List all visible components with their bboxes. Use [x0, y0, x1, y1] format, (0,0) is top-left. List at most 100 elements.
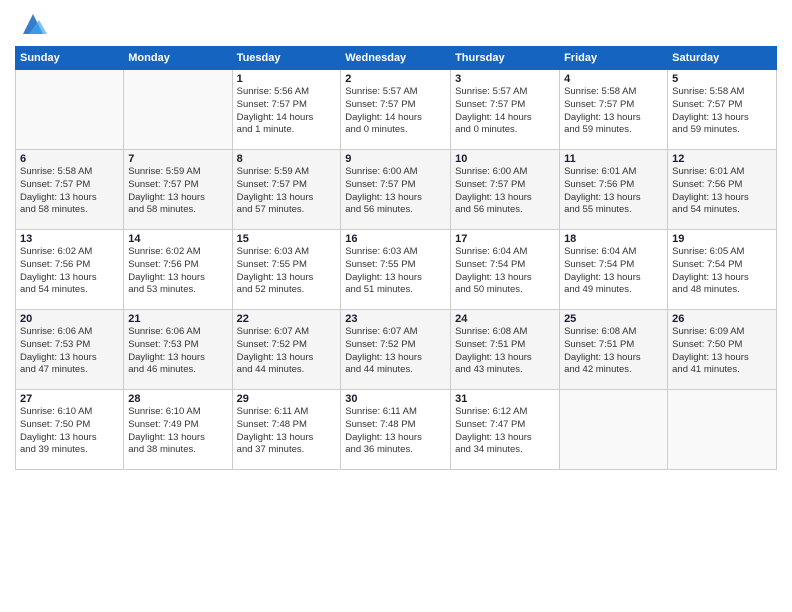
- calendar-cell: [124, 70, 232, 150]
- day-info: Sunrise: 5:57 AM Sunset: 7:57 PM Dayligh…: [455, 86, 555, 137]
- day-info: Sunrise: 5:58 AM Sunset: 7:57 PM Dayligh…: [20, 166, 119, 217]
- day-info: Sunrise: 6:02 AM Sunset: 7:56 PM Dayligh…: [20, 246, 119, 297]
- calendar-table: SundayMondayTuesdayWednesdayThursdayFrid…: [15, 46, 777, 470]
- day-number: 31: [455, 393, 555, 405]
- calendar-cell: 11Sunrise: 6:01 AM Sunset: 7:56 PM Dayli…: [560, 150, 668, 230]
- day-number: 21: [128, 313, 227, 325]
- day-number: 3: [455, 73, 555, 85]
- day-number: 12: [672, 153, 772, 165]
- day-info: Sunrise: 6:11 AM Sunset: 7:48 PM Dayligh…: [345, 406, 446, 457]
- day-info: Sunrise: 6:08 AM Sunset: 7:51 PM Dayligh…: [455, 326, 555, 377]
- calendar-cell: 6Sunrise: 5:58 AM Sunset: 7:57 PM Daylig…: [16, 150, 124, 230]
- calendar-cell: 14Sunrise: 6:02 AM Sunset: 7:56 PM Dayli…: [124, 230, 232, 310]
- day-number: 28: [128, 393, 227, 405]
- calendar-week-row: 1Sunrise: 5:56 AM Sunset: 7:57 PM Daylig…: [16, 70, 777, 150]
- calendar-cell: 19Sunrise: 6:05 AM Sunset: 7:54 PM Dayli…: [668, 230, 777, 310]
- day-number: 20: [20, 313, 119, 325]
- calendar-header-friday: Friday: [560, 47, 668, 70]
- day-info: Sunrise: 5:58 AM Sunset: 7:57 PM Dayligh…: [564, 86, 663, 137]
- calendar-week-row: 20Sunrise: 6:06 AM Sunset: 7:53 PM Dayli…: [16, 310, 777, 390]
- calendar-cell: 28Sunrise: 6:10 AM Sunset: 7:49 PM Dayli…: [124, 390, 232, 470]
- calendar-cell: 15Sunrise: 6:03 AM Sunset: 7:55 PM Dayli…: [232, 230, 341, 310]
- calendar-cell: 22Sunrise: 6:07 AM Sunset: 7:52 PM Dayli…: [232, 310, 341, 390]
- day-info: Sunrise: 5:58 AM Sunset: 7:57 PM Dayligh…: [672, 86, 772, 137]
- day-number: 18: [564, 233, 663, 245]
- calendar-cell: 30Sunrise: 6:11 AM Sunset: 7:48 PM Dayli…: [341, 390, 451, 470]
- day-number: 2: [345, 73, 446, 85]
- day-info: Sunrise: 6:01 AM Sunset: 7:56 PM Dayligh…: [564, 166, 663, 217]
- day-number: 8: [237, 153, 337, 165]
- day-number: 19: [672, 233, 772, 245]
- calendar-header-saturday: Saturday: [668, 47, 777, 70]
- calendar-cell: 25Sunrise: 6:08 AM Sunset: 7:51 PM Dayli…: [560, 310, 668, 390]
- calendar-cell: 5Sunrise: 5:58 AM Sunset: 7:57 PM Daylig…: [668, 70, 777, 150]
- day-info: Sunrise: 6:07 AM Sunset: 7:52 PM Dayligh…: [345, 326, 446, 377]
- calendar-cell: 26Sunrise: 6:09 AM Sunset: 7:50 PM Dayli…: [668, 310, 777, 390]
- day-number: 13: [20, 233, 119, 245]
- calendar-week-row: 6Sunrise: 5:58 AM Sunset: 7:57 PM Daylig…: [16, 150, 777, 230]
- calendar-cell: 23Sunrise: 6:07 AM Sunset: 7:52 PM Dayli…: [341, 310, 451, 390]
- day-number: 23: [345, 313, 446, 325]
- day-number: 5: [672, 73, 772, 85]
- calendar-cell: 20Sunrise: 6:06 AM Sunset: 7:53 PM Dayli…: [16, 310, 124, 390]
- day-number: 7: [128, 153, 227, 165]
- calendar-cell: 16Sunrise: 6:03 AM Sunset: 7:55 PM Dayli…: [341, 230, 451, 310]
- calendar-cell: 1Sunrise: 5:56 AM Sunset: 7:57 PM Daylig…: [232, 70, 341, 150]
- day-info: Sunrise: 6:00 AM Sunset: 7:57 PM Dayligh…: [345, 166, 446, 217]
- day-info: Sunrise: 6:00 AM Sunset: 7:57 PM Dayligh…: [455, 166, 555, 217]
- day-info: Sunrise: 6:01 AM Sunset: 7:56 PM Dayligh…: [672, 166, 772, 217]
- day-info: Sunrise: 5:56 AM Sunset: 7:57 PM Dayligh…: [237, 86, 337, 137]
- day-number: 29: [237, 393, 337, 405]
- day-number: 14: [128, 233, 227, 245]
- calendar-header-thursday: Thursday: [451, 47, 560, 70]
- day-info: Sunrise: 6:02 AM Sunset: 7:56 PM Dayligh…: [128, 246, 227, 297]
- page: SundayMondayTuesdayWednesdayThursdayFrid…: [0, 0, 792, 612]
- day-number: 17: [455, 233, 555, 245]
- day-info: Sunrise: 6:06 AM Sunset: 7:53 PM Dayligh…: [128, 326, 227, 377]
- day-number: 30: [345, 393, 446, 405]
- day-info: Sunrise: 6:07 AM Sunset: 7:52 PM Dayligh…: [237, 326, 337, 377]
- day-info: Sunrise: 6:03 AM Sunset: 7:55 PM Dayligh…: [345, 246, 446, 297]
- calendar-cell: 18Sunrise: 6:04 AM Sunset: 7:54 PM Dayli…: [560, 230, 668, 310]
- calendar-cell: 4Sunrise: 5:58 AM Sunset: 7:57 PM Daylig…: [560, 70, 668, 150]
- day-info: Sunrise: 6:05 AM Sunset: 7:54 PM Dayligh…: [672, 246, 772, 297]
- calendar-cell: 12Sunrise: 6:01 AM Sunset: 7:56 PM Dayli…: [668, 150, 777, 230]
- day-number: 16: [345, 233, 446, 245]
- calendar-cell: 2Sunrise: 5:57 AM Sunset: 7:57 PM Daylig…: [341, 70, 451, 150]
- day-number: 11: [564, 153, 663, 165]
- calendar-week-row: 13Sunrise: 6:02 AM Sunset: 7:56 PM Dayli…: [16, 230, 777, 310]
- day-number: 25: [564, 313, 663, 325]
- day-info: Sunrise: 6:04 AM Sunset: 7:54 PM Dayligh…: [455, 246, 555, 297]
- day-number: 4: [564, 73, 663, 85]
- calendar-cell: 7Sunrise: 5:59 AM Sunset: 7:57 PM Daylig…: [124, 150, 232, 230]
- calendar-header-monday: Monday: [124, 47, 232, 70]
- day-number: 27: [20, 393, 119, 405]
- day-number: 6: [20, 153, 119, 165]
- day-info: Sunrise: 6:09 AM Sunset: 7:50 PM Dayligh…: [672, 326, 772, 377]
- day-info: Sunrise: 6:10 AM Sunset: 7:50 PM Dayligh…: [20, 406, 119, 457]
- calendar-cell: 8Sunrise: 5:59 AM Sunset: 7:57 PM Daylig…: [232, 150, 341, 230]
- calendar-cell: 9Sunrise: 6:00 AM Sunset: 7:57 PM Daylig…: [341, 150, 451, 230]
- day-info: Sunrise: 6:12 AM Sunset: 7:47 PM Dayligh…: [455, 406, 555, 457]
- calendar-cell: 13Sunrise: 6:02 AM Sunset: 7:56 PM Dayli…: [16, 230, 124, 310]
- day-number: 26: [672, 313, 772, 325]
- day-info: Sunrise: 5:59 AM Sunset: 7:57 PM Dayligh…: [128, 166, 227, 217]
- calendar-cell: 27Sunrise: 6:10 AM Sunset: 7:50 PM Dayli…: [16, 390, 124, 470]
- calendar-cell: 24Sunrise: 6:08 AM Sunset: 7:51 PM Dayli…: [451, 310, 560, 390]
- calendar-week-row: 27Sunrise: 6:10 AM Sunset: 7:50 PM Dayli…: [16, 390, 777, 470]
- logo-icon: [19, 10, 47, 38]
- day-info: Sunrise: 6:08 AM Sunset: 7:51 PM Dayligh…: [564, 326, 663, 377]
- day-info: Sunrise: 6:06 AM Sunset: 7:53 PM Dayligh…: [20, 326, 119, 377]
- calendar-cell: 3Sunrise: 5:57 AM Sunset: 7:57 PM Daylig…: [451, 70, 560, 150]
- day-info: Sunrise: 6:03 AM Sunset: 7:55 PM Dayligh…: [237, 246, 337, 297]
- calendar-cell: 29Sunrise: 6:11 AM Sunset: 7:48 PM Dayli…: [232, 390, 341, 470]
- day-info: Sunrise: 5:59 AM Sunset: 7:57 PM Dayligh…: [237, 166, 337, 217]
- day-info: Sunrise: 5:57 AM Sunset: 7:57 PM Dayligh…: [345, 86, 446, 137]
- calendar-cell: 21Sunrise: 6:06 AM Sunset: 7:53 PM Dayli…: [124, 310, 232, 390]
- calendar-cell: [560, 390, 668, 470]
- day-number: 15: [237, 233, 337, 245]
- logo: [15, 10, 47, 38]
- day-number: 1: [237, 73, 337, 85]
- day-info: Sunrise: 6:04 AM Sunset: 7:54 PM Dayligh…: [564, 246, 663, 297]
- day-number: 22: [237, 313, 337, 325]
